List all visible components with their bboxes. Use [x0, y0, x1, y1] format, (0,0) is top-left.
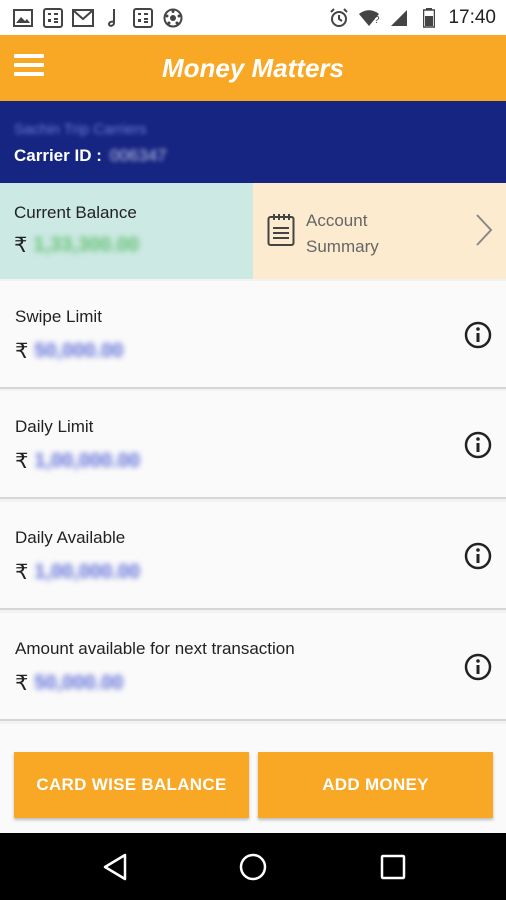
battery-icon [418, 7, 440, 28]
current-balance-value: 1,33,300.00 [33, 234, 140, 256]
rupee-symbol: ₹ [14, 234, 28, 257]
rupee-symbol: ₹ [15, 561, 29, 584]
calculator-icon [132, 7, 154, 28]
back-icon[interactable] [98, 851, 132, 883]
daily-limit-card: Daily Limit ₹ 1,00,000.00 [0, 391, 506, 499]
app-title: Money Matters [161, 53, 345, 83]
notepad-icon [267, 213, 295, 247]
recent-apps-icon[interactable] [376, 851, 410, 883]
info-icon[interactable] [464, 321, 492, 349]
limit-label: Daily Limit [15, 417, 94, 436]
rupee-symbol: ₹ [15, 450, 29, 473]
home-icon[interactable] [236, 851, 270, 883]
calculator-icon [42, 7, 64, 28]
limit-value: 50,000.00 [34, 340, 124, 362]
rupee-symbol: ₹ [15, 340, 29, 363]
daily-available-card: Daily Available ₹ 1,00,000.00 [0, 502, 506, 610]
signal-icon [388, 8, 410, 28]
carrier-id-label: Carrier ID : [14, 146, 102, 165]
current-balance-label: Current Balance [14, 203, 137, 222]
alarm-icon [328, 7, 350, 28]
add-money-button[interactable]: ADD MONEY [258, 752, 493, 818]
limit-value: 1,00,000.00 [34, 561, 141, 583]
current-balance-panel: Current Balance ₹ 1,33,300.00 [0, 183, 253, 279]
action-bar: CARD WISE BALANCE ADD MONEY [0, 724, 506, 833]
limit-amount: ₹ 1,00,000.00 [15, 449, 140, 474]
soccer-ball-icon [162, 8, 184, 28]
status-bar: ? 17:40 [0, 0, 506, 35]
limit-amount: ₹ 1,00,000.00 [15, 560, 140, 585]
balance-row: Current Balance ₹ 1,33,300.00 Account Su… [0, 183, 506, 279]
info-icon[interactable] [464, 653, 492, 681]
limit-amount: ₹ 50,000.00 [15, 671, 123, 696]
music-icon [102, 8, 124, 28]
limit-value: 50,000.00 [34, 672, 124, 694]
chevron-right-icon [474, 213, 494, 247]
app-bar: Money Matters [0, 35, 506, 101]
system-nav-bar [0, 833, 506, 900]
user-info-band: Sachin Trip Carriers Carrier ID : 006347 [0, 101, 506, 183]
card-wise-balance-button[interactable]: CARD WISE BALANCE [14, 752, 249, 818]
svg-text:?: ? [374, 15, 380, 26]
limit-label: Amount available for next transaction [15, 639, 295, 658]
limit-amount: ₹ 50,000.00 [15, 339, 123, 364]
account-summary-button[interactable]: Account Summary [253, 183, 506, 279]
limit-label: Daily Available [15, 528, 126, 547]
image-icon [12, 8, 34, 28]
limit-label: Swipe Limit [15, 307, 102, 326]
rupee-symbol: ₹ [15, 672, 29, 695]
limit-value: 1,00,000.00 [34, 450, 141, 472]
info-icon[interactable] [464, 542, 492, 570]
info-icon[interactable] [464, 431, 492, 459]
carrier-row: Carrier ID : 006347 [14, 146, 167, 166]
carrier-id-value: 006347 [109, 146, 167, 165]
user-name: Sachin Trip Carriers [14, 121, 147, 138]
next-transaction-card: Amount available for next transaction ₹ … [0, 613, 506, 721]
wifi-icon: ? [358, 8, 380, 28]
account-summary-label: Account Summary [306, 211, 379, 256]
gmail-icon [72, 8, 94, 28]
swipe-limit-card: Swipe Limit ₹ 50,000.00 [0, 281, 506, 389]
clock: 17:40 [448, 6, 496, 28]
current-balance-amount: ₹ 1,33,300.00 [14, 233, 139, 258]
